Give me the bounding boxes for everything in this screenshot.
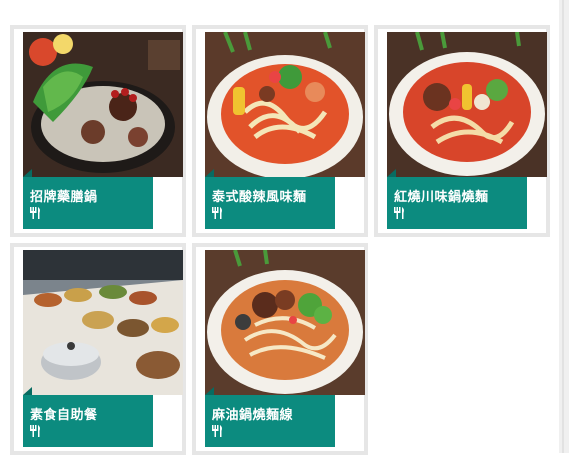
utensils-icon bbox=[394, 207, 405, 219]
menu-card-sichuan-noodle[interactable]: 紅燒川味鍋燒麵 bbox=[374, 25, 550, 237]
thai-spicy-noodle-label-tab: 泰式酸辣風味麵 bbox=[205, 169, 335, 229]
sichuan-noodle-label-tab: 紅燒川味鍋燒麵 bbox=[387, 169, 527, 229]
menu-card-vegetarian-buffet[interactable]: 素食自助餐 bbox=[10, 243, 186, 455]
vegetarian-buffet-label-tab: 素食自助餐 bbox=[23, 387, 153, 447]
utensils-icon bbox=[212, 425, 223, 437]
menu-card-thai-spicy-noodle[interactable]: 泰式酸辣風味麵 bbox=[192, 25, 368, 237]
sichuan-noodle-name: 紅燒川味鍋燒麵 bbox=[394, 190, 489, 205]
sesame-noodle-thread-name: 麻油鍋燒麵線 bbox=[212, 408, 294, 423]
utensils-icon bbox=[30, 425, 41, 437]
sichuan-noodle-photo bbox=[387, 32, 547, 177]
scroll-track bbox=[559, 0, 569, 453]
menu-card-sesame-noodle-thread[interactable]: 麻油鍋燒麵線 bbox=[192, 243, 368, 455]
scroll-divider bbox=[562, 0, 564, 453]
vegetarian-buffet-name: 素食自助餐 bbox=[30, 408, 98, 423]
sesame-noodle-thread-photo bbox=[205, 250, 365, 395]
thai-spicy-noodle-photo bbox=[205, 32, 365, 177]
thai-spicy-noodle-name: 泰式酸辣風味麵 bbox=[212, 190, 307, 205]
herbal-hotpot-label-tab: 招牌藥膳鍋 bbox=[23, 169, 153, 229]
utensils-icon bbox=[30, 207, 41, 219]
utensils-icon bbox=[212, 207, 223, 219]
herbal-hotpot-photo bbox=[23, 32, 183, 177]
menu-card-herbal-hotpot[interactable]: 招牌藥膳鍋 bbox=[10, 25, 186, 237]
vegetarian-buffet-photo bbox=[23, 250, 183, 395]
herbal-hotpot-name: 招牌藥膳鍋 bbox=[30, 190, 98, 205]
sesame-noodle-thread-label-tab: 麻油鍋燒麵線 bbox=[205, 387, 335, 447]
